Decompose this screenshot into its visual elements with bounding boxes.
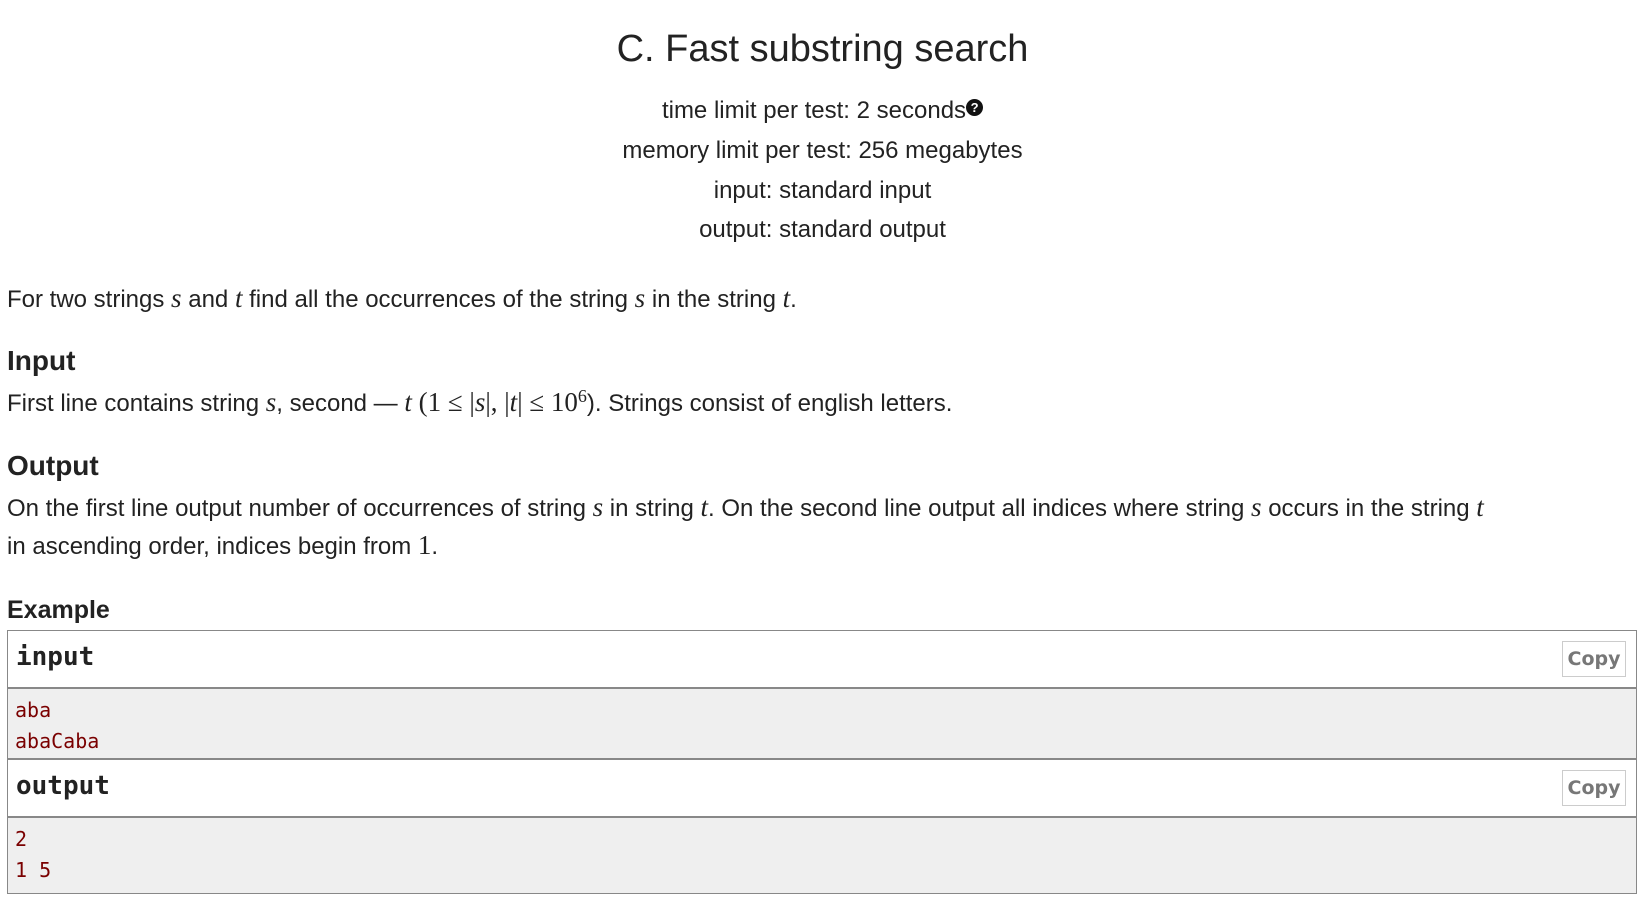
time-limit: time limit per test: 2 seconds? bbox=[0, 97, 1645, 125]
input-heading: Input bbox=[7, 345, 76, 376]
output-file: output: standard output bbox=[699, 216, 946, 243]
output-data: 21 5 bbox=[8, 818, 1636, 893]
copy-output-button[interactable]: Copy bbox=[1562, 770, 1626, 806]
output-title: output bbox=[16, 771, 110, 801]
legend-paragraph: For two strings s and t find all the occ… bbox=[7, 283, 797, 313]
output-spec-line2: in ascending order, indices begin from 1… bbox=[7, 530, 439, 560]
copy-input-button[interactable]: Copy bbox=[1562, 641, 1626, 677]
time-limit-text: time limit per test: 2 seconds bbox=[661, 97, 967, 124]
example-heading: Example bbox=[7, 596, 110, 624]
example-output-box: output Copy 21 5 bbox=[7, 758, 1637, 894]
input-data: aba abaCaba bbox=[8, 689, 1636, 764]
input-spec: First line contains string s, second — t… bbox=[7, 386, 953, 417]
memory-limit: memory limit per test: 256 megabytes bbox=[622, 137, 1023, 164]
problem-title: C. Fast substring search bbox=[616, 28, 1029, 70]
example-input-box: input Copy aba abaCaba bbox=[7, 630, 1637, 765]
input-title: input bbox=[16, 642, 95, 672]
help-icon[interactable]: ? bbox=[966, 99, 984, 116]
input-file: input: standard input bbox=[713, 177, 932, 204]
output-heading: Output bbox=[7, 450, 99, 481]
output-spec-line1: On the first line output number of occur… bbox=[7, 492, 1484, 522]
